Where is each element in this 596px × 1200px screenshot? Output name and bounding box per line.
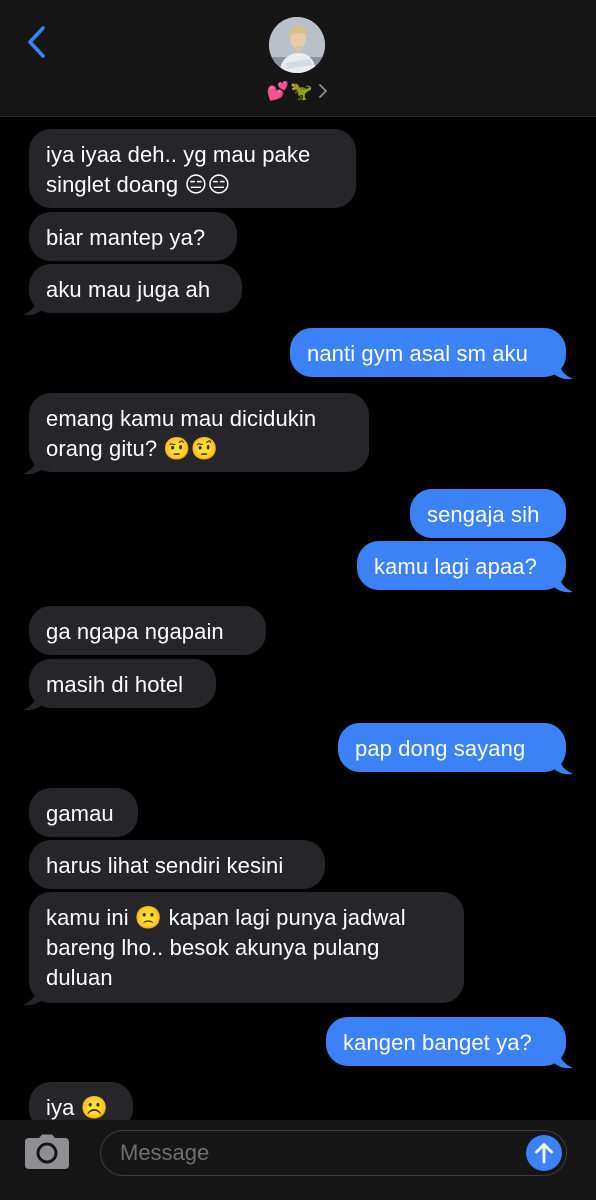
bubble-tail-incoming — [23, 455, 43, 475]
message-bubble-incoming[interactable]: masih di hotel — [29, 659, 216, 708]
send-button[interactable] — [526, 1135, 562, 1171]
contact-info-link[interactable]: 💕🦖 — [0, 79, 596, 103]
message-input-bar — [0, 1120, 596, 1200]
message-list: iya iyaa deh.. yg mau pake singlet doang… — [0, 117, 596, 1131]
message-text: pap dong sayang — [355, 736, 526, 761]
chevron-right-icon — [319, 84, 328, 98]
conversation-header: 💕🦖 — [0, 0, 596, 117]
message-bubble-outgoing[interactable]: pap dong sayang — [338, 723, 566, 772]
message-text: masih di hotel — [46, 672, 184, 697]
contact-name: 💕🦖 — [266, 80, 314, 101]
message-bubble-outgoing[interactable]: kamu lagi apaa? — [357, 541, 566, 590]
message-text: gamau — [46, 801, 114, 826]
message-text: iya iyaa deh.. yg mau pake singlet doang… — [46, 142, 311, 197]
message-text: nanti gym asal sm aku — [307, 341, 528, 366]
message-text: ga ngapa ngapain — [46, 619, 224, 644]
message-bubble-incoming[interactable]: kamu ini 🙁 kapan lagi punya jadwal baren… — [29, 892, 464, 1003]
message-text: kamu ini 🙁 kapan lagi punya jadwal baren… — [46, 905, 406, 990]
message-text: iya ☹️ — [46, 1095, 109, 1120]
message-bubble-incoming[interactable]: iya iyaa deh.. yg mau pake singlet doang… — [29, 129, 356, 208]
message-field[interactable] — [100, 1130, 567, 1176]
bubble-tail-outgoing — [553, 755, 573, 775]
chevron-left-icon — [28, 26, 45, 58]
message-bubble-incoming[interactable]: ga ngapa ngapain — [29, 606, 266, 655]
message-bubble-outgoing[interactable]: nanti gym asal sm aku — [290, 328, 566, 377]
contact-avatar[interactable] — [269, 17, 325, 73]
message-bubble-incoming[interactable]: harus lihat sendiri kesini — [29, 840, 325, 889]
message-bubble-incoming[interactable]: biar mantep ya? — [29, 212, 237, 261]
message-bubble-incoming[interactable]: aku mau juga ah — [29, 264, 242, 313]
message-text: emang kamu mau dicidukin orang gitu? 🤨🤨 — [46, 406, 317, 461]
message-bubble-outgoing[interactable]: kangen banget ya? — [326, 1017, 566, 1066]
message-text: biar mantep ya? — [46, 225, 206, 250]
bubble-tail-outgoing — [553, 360, 573, 380]
message-text: harus lihat sendiri kesini — [46, 853, 284, 878]
bubble-tail-incoming — [23, 986, 43, 1006]
arrow-up-icon — [535, 1143, 553, 1164]
message-text: kangen banget ya? — [343, 1030, 532, 1055]
avatar-photo — [269, 17, 325, 73]
bubble-tail-incoming — [23, 691, 43, 711]
message-input[interactable] — [120, 1131, 510, 1174]
camera-button[interactable] — [22, 1132, 72, 1172]
bubble-tail-outgoing — [553, 573, 573, 593]
message-bubble-incoming[interactable]: gamau — [29, 788, 138, 837]
message-bubble-incoming[interactable]: emang kamu mau dicidukin orang gitu? 🤨🤨 — [29, 393, 369, 472]
messages-screen: 💕🦖 iya iyaa deh.. yg mau pake singlet do… — [0, 0, 596, 1200]
message-text: aku mau juga ah — [46, 277, 211, 302]
message-text: sengaja sih — [427, 502, 540, 527]
message-bubble-outgoing[interactable]: sengaja sih — [410, 489, 566, 538]
bubble-tail-incoming — [23, 296, 43, 316]
back-button[interactable] — [18, 22, 54, 62]
bubble-tail-outgoing — [553, 1049, 573, 1069]
camera-icon — [25, 1134, 69, 1169]
message-text: kamu lagi apaa? — [374, 554, 537, 579]
